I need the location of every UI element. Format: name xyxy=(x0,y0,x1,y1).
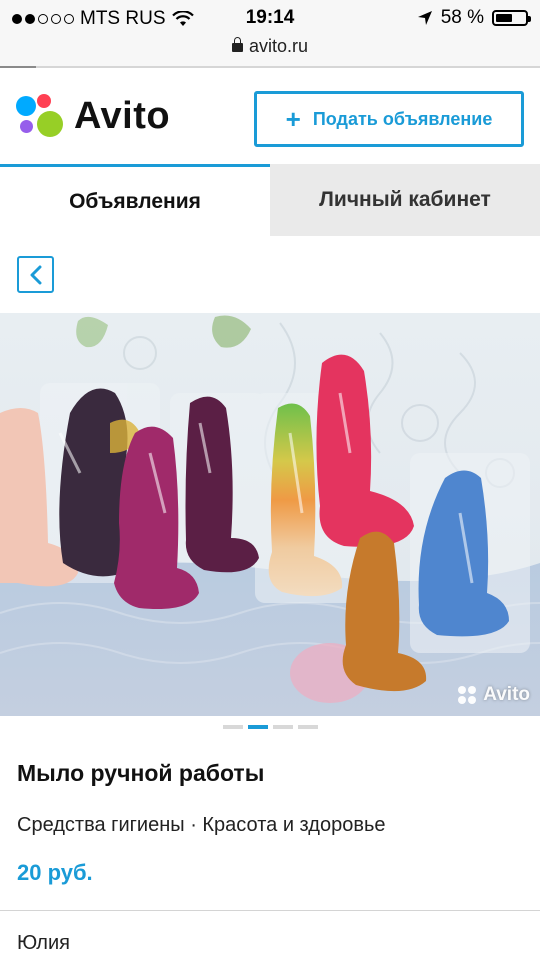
watermark-text: Avito xyxy=(483,684,530,705)
listing-price: 20 руб. xyxy=(17,860,93,885)
watermark-logo-icon xyxy=(458,686,478,704)
pager-dot[interactable] xyxy=(247,725,268,729)
site-header: Avito + Подать объявление xyxy=(0,68,540,164)
logo-dots-icon xyxy=(16,94,64,138)
listing-category[interactable]: Средства гигиены · Красота и здоровье xyxy=(17,814,386,837)
battery-icon xyxy=(492,10,531,26)
address-bar[interactable]: avito.ru xyxy=(0,36,540,66)
listing-photo[interactable]: Avito xyxy=(0,313,540,716)
plus-icon: + xyxy=(285,104,301,134)
tab-listings[interactable]: Объявления xyxy=(0,164,270,236)
photo-pager xyxy=(0,725,540,729)
location-arrow-icon xyxy=(417,11,432,25)
status-bar: MTS RUS 19:14 58 % xyxy=(0,0,540,36)
photo-watermark: Avito xyxy=(458,684,530,706)
pager-dot[interactable] xyxy=(222,725,243,729)
photo-image xyxy=(0,313,540,716)
battery-percent: 58 % xyxy=(440,7,484,28)
post-ad-button[interactable]: + Подать объявление xyxy=(254,91,524,147)
listing-title: Мыло ручной работы xyxy=(17,760,265,786)
pager-dot[interactable] xyxy=(272,725,293,729)
url-text[interactable]: avito.ru xyxy=(249,36,308,56)
back-button[interactable] xyxy=(17,256,54,293)
tab-personal-account[interactable]: Личный кабинет xyxy=(270,164,540,236)
divider xyxy=(0,910,540,911)
post-ad-label: Подать объявление xyxy=(312,108,493,129)
lock-icon xyxy=(231,37,243,52)
status-right: 58 % xyxy=(417,7,531,29)
main-tabs: Объявления Личный кабинет xyxy=(0,164,540,236)
pager-dot[interactable] xyxy=(297,725,318,729)
avito-logo[interactable]: Avito xyxy=(16,94,170,138)
chevron-left-icon xyxy=(30,265,41,284)
seller-name[interactable]: Юлия xyxy=(17,932,70,955)
logo-text: Avito xyxy=(74,94,171,137)
